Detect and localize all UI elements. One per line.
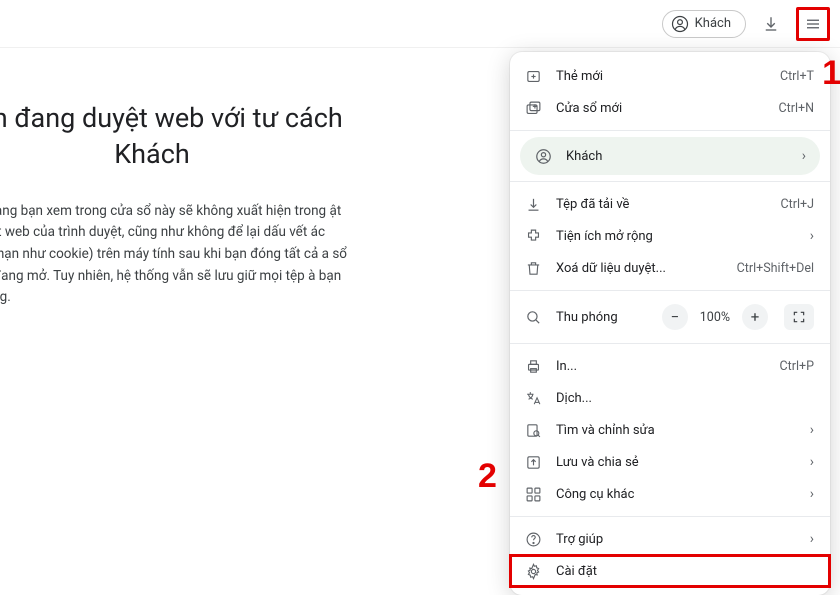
menu-separator [510,290,830,291]
main-menu: Thẻ mới Ctrl+T Cửa sổ mới Ctrl+N Khách ›… [510,52,830,595]
download-icon [762,15,780,33]
person-icon [534,147,552,165]
browser-toolbar: Khách [0,0,840,48]
menu-zoom: Thu phóng − 100% + [510,297,830,337]
menu-extensions[interactable]: Tiện ích mở rộng › [510,220,830,252]
chevron-right-icon: › [802,148,806,164]
zoom-icon [524,308,542,326]
guest-mode-content: Bạn đang duyệt web với tư cách Khách hữn… [0,100,352,309]
chevron-right-icon: › [810,531,814,547]
download-icon [524,195,542,213]
downloads-button[interactable] [754,7,788,41]
menu-new-window[interactable]: Cửa sổ mới Ctrl+N [510,92,830,124]
person-icon [671,15,689,33]
find-icon [524,421,542,439]
menu-settings[interactable]: Cài đặt [510,555,830,587]
fullscreen-button[interactable] [784,304,814,330]
translate-icon [524,389,542,407]
hamburger-icon [804,15,822,33]
menu-separator [510,343,830,344]
menu-find-edit[interactable]: Tìm và chỉnh sửa › [510,414,830,446]
chevron-right-icon: › [810,422,814,438]
menu-separator [510,130,830,131]
menu-separator [510,516,830,517]
chevron-right-icon: › [810,454,814,470]
main-menu-button[interactable] [796,7,830,41]
profile-chip[interactable]: Khách [662,10,746,38]
menu-separator [510,181,830,182]
fullscreen-icon [792,310,806,324]
annotation-1: 1 [822,54,840,93]
extensions-icon [524,227,542,245]
menu-new-tab[interactable]: Thẻ mới Ctrl+T [510,60,830,92]
save-share-icon [524,453,542,471]
menu-help[interactable]: Trợ giúp › [510,523,830,555]
menu-print[interactable]: In... Ctrl+P [510,350,830,382]
new-tab-icon [524,67,542,85]
trash-icon [524,259,542,277]
help-icon [524,530,542,548]
chevron-right-icon: › [810,228,814,244]
more-tools-icon [524,485,542,503]
print-icon [524,357,542,375]
gear-icon [524,562,542,580]
menu-downloads[interactable]: Tệp đã tải về Ctrl+J [510,188,830,220]
menu-save-share[interactable]: Lưu và chia sẻ › [510,446,830,478]
new-window-icon [524,99,542,117]
page-title: Bạn đang duyệt web với tư cách Khách [0,100,352,173]
menu-translate[interactable]: Dịch... [510,382,830,414]
annotation-2: 2 [478,457,497,496]
page-body: hững trang bạn xem trong cửa sổ này sẽ k… [0,201,352,309]
menu-clear-data[interactable]: Xoá dữ liệu duyệt... Ctrl+Shift+Del [510,252,830,284]
zoom-value: 100% [694,310,736,325]
menu-more-tools[interactable]: Công cụ khác › [510,478,830,510]
zoom-out-button[interactable]: − [662,304,688,330]
zoom-in-button[interactable]: + [742,304,768,330]
profile-chip-label: Khách [695,16,731,31]
menu-guest-profile[interactable]: Khách › [520,137,820,175]
